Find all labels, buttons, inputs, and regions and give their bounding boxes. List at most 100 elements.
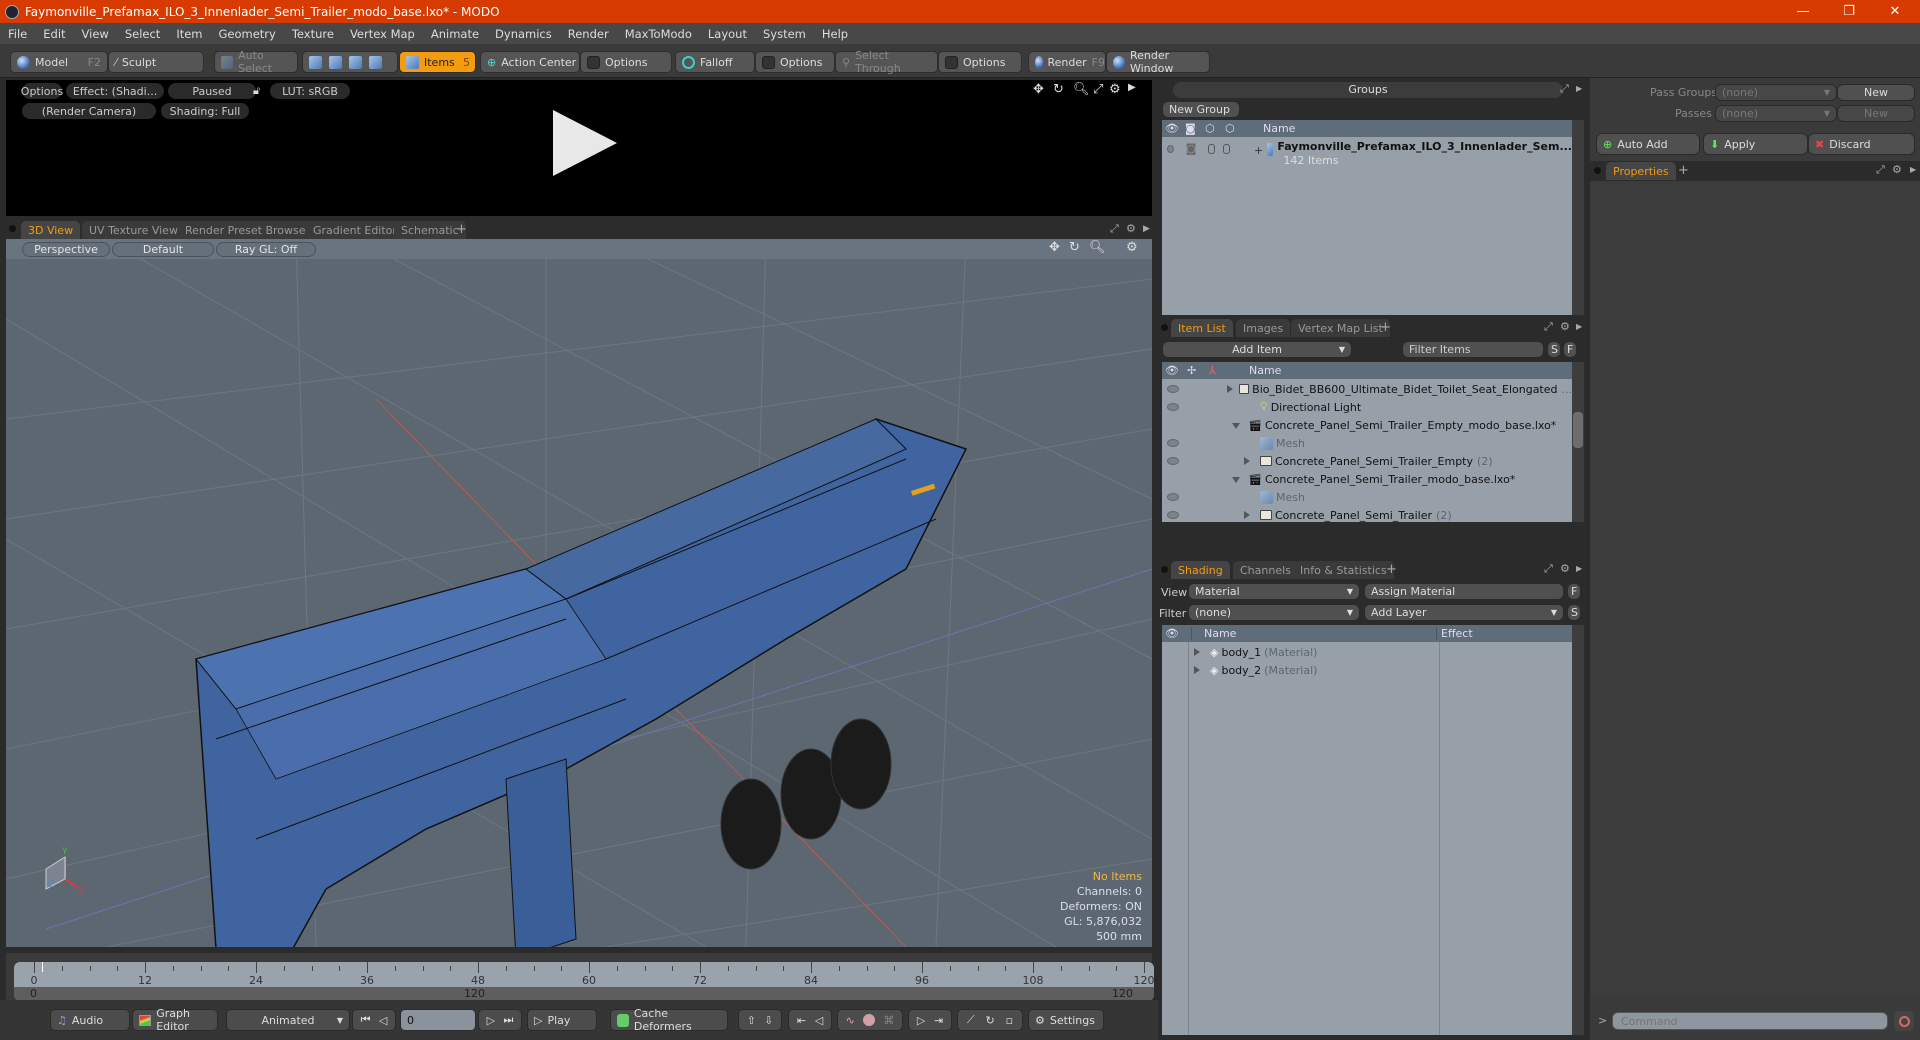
projection-dropdown[interactable]: Perspective: [22, 242, 110, 257]
expand-arrow-icon[interactable]: ▶: [1128, 82, 1136, 93]
menu-texture[interactable]: Texture: [284, 27, 342, 41]
menu-dynamics[interactable]: Dynamics: [487, 27, 560, 41]
eye-icon[interactable]: [1167, 510, 1179, 519]
download-key-icon[interactable]: ⇩: [764, 1014, 773, 1027]
lut-dropdown[interactable]: LUT: sRGB: [270, 83, 350, 99]
filter-f-button[interactable]: F: [1563, 341, 1577, 358]
name-column-header[interactable]: Name: [1263, 122, 1295, 135]
auto-key-icon[interactable]: ⌘: [883, 1014, 894, 1027]
item-list-row[interactable]: Concrete_Panel_Semi_Trailer_Empty (2): [1162, 452, 1572, 470]
select-column-icon[interactable]: ⬡: [1225, 122, 1245, 135]
expand-arrow-icon[interactable]: [1244, 456, 1250, 465]
group-row[interactable]: ◙ + Faymonville_Prefamax_ILO_3_Innenlade…: [1162, 140, 1572, 172]
maximize-icon[interactable]: ⤢: [1560, 82, 1569, 96]
eye-icon[interactable]: [1167, 438, 1179, 447]
restore-button[interactable]: ❐: [1826, 0, 1872, 23]
current-frame-marker[interactable]: [42, 962, 43, 972]
style-dropdown[interactable]: Default: [112, 242, 214, 257]
tab-gradient-editor[interactable]: Gradient Editor: [306, 221, 404, 239]
next-frame-icon[interactable]: ▷: [487, 1014, 495, 1027]
passes-dropdown[interactable]: (none) ▼: [1715, 105, 1837, 122]
effect-dropdown[interactable]: Effect: (Shadi...: [66, 83, 164, 99]
frame-input[interactable]: 0: [400, 1009, 476, 1031]
shading-dropdown[interactable]: Shading: Full: [161, 103, 249, 119]
menu-file[interactable]: File: [0, 27, 35, 41]
gear-icon[interactable]: ⚙: [1109, 82, 1121, 97]
discard-button[interactable]: ✖ Discard: [1808, 133, 1915, 155]
item-list-row[interactable]: 🎬︎ Concrete_Panel_Semi_Trailer_Empty_modo…: [1162, 416, 1572, 434]
prev-key-icon[interactable]: ◁: [815, 1014, 823, 1027]
first-key-icon[interactable]: ⇤: [797, 1014, 806, 1027]
close-button[interactable]: ✕: [1872, 0, 1918, 23]
go-to-start-icon[interactable]: ⏮: [361, 1013, 371, 1027]
render-camera-dropdown[interactable]: (Render Camera): [22, 103, 156, 119]
expand-arrow-icon[interactable]: ▶: [1576, 84, 1582, 93]
gear-icon[interactable]: ⚙: [1560, 320, 1570, 333]
render-column-icon[interactable]: ◙: [1185, 122, 1205, 135]
tab-item-list[interactable]: Item List: [1171, 319, 1233, 337]
item-list-row[interactable]: Mesh: [1162, 488, 1572, 506]
pass-groups-dropdown[interactable]: (none) ▼: [1715, 84, 1837, 101]
shader-tree-scrollbar[interactable]: [1572, 625, 1584, 1035]
sculpt-mode-button[interactable]: ⁄ Sculpt: [108, 51, 204, 73]
filter-s-button[interactable]: S: [1547, 341, 1561, 358]
tab-images[interactable]: Images: [1236, 319, 1291, 337]
expand-arrow-icon[interactable]: [1194, 666, 1200, 674]
timeline-range-bar[interactable]: 0 120 120: [14, 987, 1154, 1001]
eye-icon[interactable]: [1167, 384, 1179, 393]
unlock-icon[interactable]: 🔓︎: [253, 84, 260, 98]
render-button[interactable]: Render F9: [1028, 51, 1106, 73]
shader-row[interactable]: ◈ body_1 (Material): [1194, 643, 1317, 661]
view-dropdown[interactable]: Material ▼: [1188, 583, 1360, 600]
command-input[interactable]: [1612, 1012, 1888, 1030]
lock-toggle[interactable]: [1208, 144, 1216, 154]
last-key-icon[interactable]: ⇥: [934, 1014, 943, 1027]
effect-column-header[interactable]: Effect: [1436, 627, 1473, 640]
collapse-arrow-icon[interactable]: [1232, 476, 1240, 483]
lock-column-icon[interactable]: ⬡: [1205, 122, 1225, 135]
maximize-icon[interactable]: ⤢: [1110, 222, 1119, 236]
graph-editor-button[interactable]: Graph Editor: [132, 1007, 218, 1033]
menu-animate[interactable]: Animate: [423, 27, 487, 41]
model-mode-button[interactable]: Model F2: [10, 51, 108, 73]
scrollbar-thumb[interactable]: [1573, 412, 1583, 448]
visibility-column-icon[interactable]: 👁︎: [1165, 627, 1191, 640]
pan-icon[interactable]: ✥: [1049, 240, 1060, 255]
filter-dropdown[interactable]: (none) ▼: [1188, 604, 1360, 621]
cache-deformers-button[interactable]: Cache Deformers: [610, 1007, 728, 1033]
item-list-row[interactable]: Bio_Bidet_BB600_Ultimate_Bidet_Toilet_Se…: [1162, 380, 1572, 398]
timeline-ruler[interactable]: 0 12 24 36 48 60 72 84 96 108 120: [14, 962, 1155, 987]
eye-icon[interactable]: [1167, 402, 1179, 411]
audio-button[interactable]: ♫ Audio: [50, 1009, 130, 1031]
select-through-options-button[interactable]: Options: [938, 51, 1022, 73]
menu-maxtomodo[interactable]: MaxToModo: [617, 27, 700, 41]
lock-column-icon[interactable]: ✢: [1187, 364, 1209, 377]
new-pass-button[interactable]: New: [1837, 105, 1915, 122]
gear-icon[interactable]: ⚙: [1560, 562, 1570, 575]
polygons-mode-icon[interactable]: [349, 55, 362, 69]
settings-button[interactable]: ⚙ Settings: [1028, 1009, 1104, 1031]
add-item-dropdown[interactable]: Add Item ▼: [1162, 341, 1352, 358]
add-tab-button[interactable]: +: [1678, 163, 1689, 178]
filter-items-input[interactable]: Filter Items: [1402, 341, 1544, 358]
new-pass-group-button[interactable]: New: [1837, 84, 1915, 101]
menu-view[interactable]: View: [74, 27, 117, 41]
select-toggle[interactable]: [1223, 144, 1230, 154]
tab-uv-texture-view[interactable]: UV Texture View: [82, 221, 185, 239]
falloff-options-button[interactable]: Options: [755, 51, 835, 73]
tab-channels[interactable]: Channels: [1233, 561, 1298, 579]
rotate-icon[interactable]: ↻: [1053, 82, 1064, 97]
tab-vertex-map-list[interactable]: Vertex Map List: [1291, 319, 1390, 337]
collapse-arrow-icon[interactable]: [1232, 422, 1240, 429]
expand-arrow-icon[interactable]: [1244, 510, 1250, 519]
gear-icon[interactable]: ⚙: [1892, 163, 1902, 176]
expand-arrow-icon[interactable]: ▶: [1143, 224, 1150, 234]
maximize-icon[interactable]: ⤢: [1876, 163, 1885, 177]
action-center-button[interactable]: ⊕ Action Center: [480, 51, 580, 73]
auto-add-button[interactable]: ⊕ Auto Add: [1596, 133, 1700, 155]
item-list-row[interactable]: Concrete_Panel_Semi_Trailer (2): [1162, 506, 1572, 524]
visibility-column-icon[interactable]: 👁︎: [1165, 364, 1183, 377]
eye-icon[interactable]: [1167, 456, 1179, 465]
shading-s-button[interactable]: S: [1567, 604, 1581, 621]
expand-arrow-icon[interactable]: ▶: [1576, 322, 1582, 331]
